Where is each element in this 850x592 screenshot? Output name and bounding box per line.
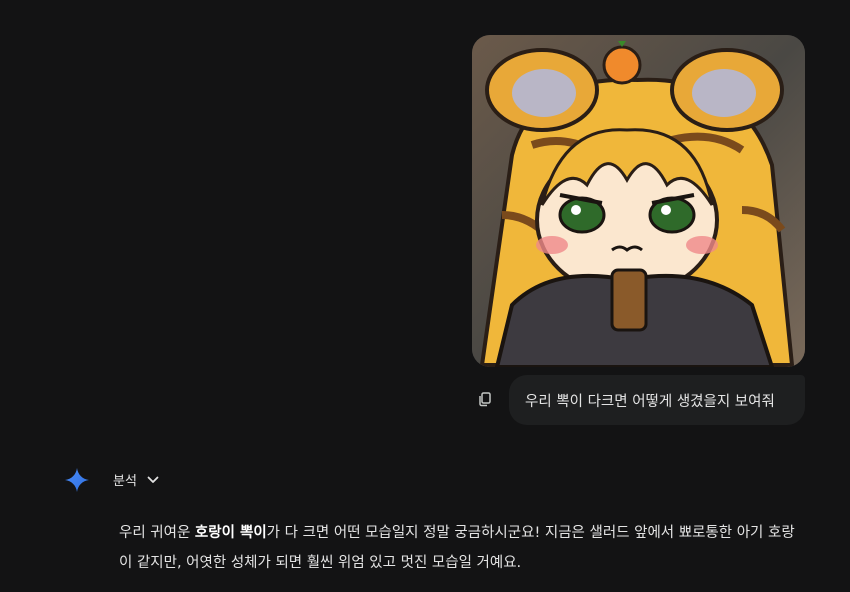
- analysis-label: 분석: [113, 474, 137, 489]
- copy-button[interactable]: [472, 386, 498, 412]
- tiger-chibi-illustration: [472, 35, 805, 367]
- chevron-down-icon: [147, 476, 159, 483]
- response-text-part1: 우리 귀여운: [119, 525, 195, 541]
- response-bold-name: 호랑이 뽁이: [194, 525, 267, 541]
- copy-icon: [479, 392, 491, 407]
- user-message-bubble: 우리 뽁이 다크면 어떻게 생겼을지 보여줘: [509, 375, 805, 425]
- analysis-toggle[interactable]: 분석: [113, 470, 159, 489]
- assistant-response: 우리 귀여운 호랑이 뽁이가 다 크면 어떤 모습일지 정말 궁금하시군요! 지…: [119, 518, 799, 578]
- user-uploaded-image[interactable]: [472, 35, 805, 367]
- gemini-sparkle-icon: [65, 468, 89, 492]
- user-message-text: 우리 뽁이 다크면 어떻게 생겼을지 보여줘: [525, 393, 775, 410]
